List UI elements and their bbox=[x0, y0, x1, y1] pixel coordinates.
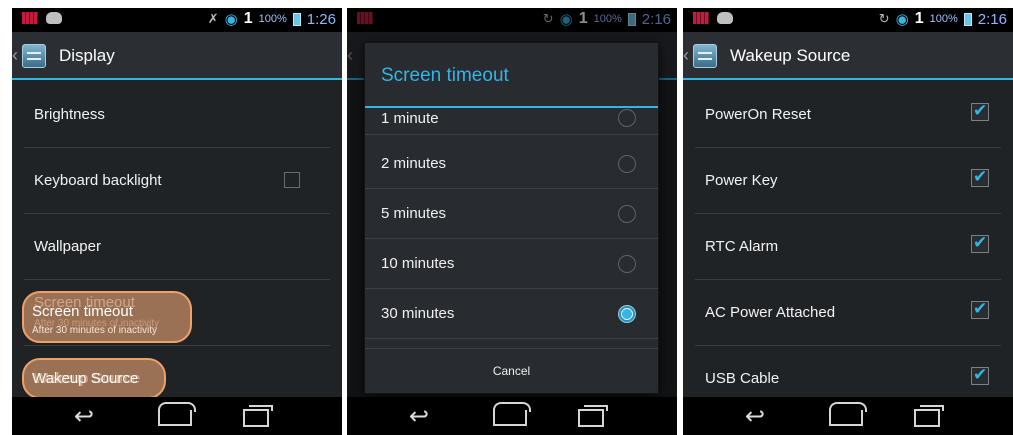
wakeup-source-list: PowerOn Reset Power Key RTC Alarm AC Pow… bbox=[683, 82, 1013, 412]
option-label: 30 minutes bbox=[381, 305, 455, 322]
cancel-button[interactable]: Cancel bbox=[365, 348, 658, 393]
status-time: 2:16 bbox=[977, 10, 1007, 28]
highlight-summary: After 30 minutes of inactivity bbox=[32, 325, 158, 336]
option-2-minutes[interactable]: 2 minutes bbox=[365, 139, 658, 189]
screen-timeout-dialog: Screen timeout 1 minute 2 minutes 5 minu… bbox=[364, 42, 659, 394]
source-ac-power-attached[interactable]: AC Power Attached bbox=[695, 280, 1001, 346]
navigation-bar: ↩ bbox=[12, 397, 342, 435]
source-power-key[interactable]: Power Key bbox=[695, 148, 1001, 214]
action-bar: ‹ Wakeup Source bbox=[683, 32, 1013, 80]
option-5-minutes[interactable]: 5 minutes bbox=[365, 189, 658, 239]
battery-icon bbox=[963, 12, 972, 26]
back-icon[interactable]: ↩ bbox=[745, 402, 765, 431]
option-label: 1 minute bbox=[381, 110, 439, 127]
recent-apps-icon[interactable] bbox=[243, 405, 273, 427]
dialog-title: Screen timeout bbox=[381, 65, 509, 86]
option-radio[interactable] bbox=[618, 255, 636, 273]
option-radio[interactable] bbox=[618, 205, 636, 223]
notification-flag-icon bbox=[693, 12, 709, 24]
option-10-minutes[interactable]: 10 minutes bbox=[365, 239, 658, 289]
source-rtc-alarm[interactable]: RTC Alarm bbox=[695, 214, 1001, 280]
home-icon[interactable] bbox=[829, 402, 867, 426]
source-checkbox-checked[interactable] bbox=[971, 167, 989, 187]
keyboard-backlight-checkbox[interactable] bbox=[284, 172, 300, 188]
home-icon[interactable] bbox=[158, 402, 196, 426]
battery-percent: 100% bbox=[929, 13, 958, 25]
status-bar: ✗ ◉ 1 100% 1:26 bbox=[12, 8, 342, 32]
option-radio[interactable] bbox=[618, 155, 636, 173]
option-radio[interactable] bbox=[618, 109, 636, 127]
display-settings-screen: ✗ ◉ 1 100% 1:26 ‹ Display Brightness Key… bbox=[12, 8, 342, 435]
source-label: USB Cable bbox=[705, 370, 780, 387]
option-label: 2 minutes bbox=[381, 155, 447, 172]
source-label: Power Key bbox=[705, 172, 778, 189]
wifi-icon: ◉ bbox=[224, 11, 238, 28]
option-30-minutes[interactable]: 30 minutes bbox=[365, 289, 658, 339]
highlight-screen-timeout: Screen timeout After 30 minutes of inact… bbox=[22, 291, 192, 343]
option-label: 5 minutes bbox=[381, 205, 447, 222]
setting-label: Brightness bbox=[34, 106, 105, 123]
settings-app-icon[interactable] bbox=[693, 44, 717, 68]
back-icon[interactable]: ↩ bbox=[74, 402, 94, 431]
source-poweron-reset[interactable]: PowerOn Reset bbox=[695, 82, 1001, 148]
option-radio-selected[interactable] bbox=[618, 305, 636, 323]
page-title: Wakeup Source bbox=[730, 46, 851, 65]
setting-label: Wallpaper bbox=[34, 238, 101, 255]
source-label: AC Power Attached bbox=[705, 304, 836, 321]
navigation-bar: ↩ bbox=[683, 397, 1013, 435]
up-caret-icon[interactable]: ‹ bbox=[683, 45, 689, 66]
screen-timeout-dialog-screen: ↻ ◉ 1 100% 2:16 ‹ Screen timeout 1 minut… bbox=[347, 8, 677, 435]
source-checkbox-checked[interactable] bbox=[971, 233, 989, 253]
signal-label: 1 bbox=[914, 10, 924, 27]
action-bar: ‹ Display bbox=[12, 32, 342, 80]
setting-label: Keyboard backlight bbox=[34, 172, 162, 189]
source-checkbox-checked[interactable] bbox=[971, 299, 989, 319]
source-checkbox-checked[interactable] bbox=[971, 365, 989, 385]
battery-percent: 100% bbox=[258, 13, 287, 25]
back-icon[interactable]: ↩ bbox=[409, 402, 429, 431]
status-bar: ↻ ◉ 1 100% 2:16 bbox=[683, 8, 1013, 32]
source-checkbox-checked[interactable] bbox=[971, 101, 989, 121]
highlight-label: Screen timeout bbox=[32, 303, 133, 320]
highlight-wakeup-source: Wakeup Source bbox=[22, 358, 166, 399]
settings-app-icon[interactable] bbox=[22, 44, 46, 68]
battery-icon bbox=[292, 12, 301, 26]
wifi-icon: ◉ bbox=[895, 11, 909, 28]
source-label: RTC Alarm bbox=[705, 238, 779, 255]
navigation-bar: ↩ bbox=[347, 397, 677, 435]
wakeup-source-screen: ↻ ◉ 1 100% 2:16 ‹ Wakeup Source PowerOn … bbox=[683, 8, 1013, 435]
setting-wallpaper[interactable]: Wallpaper bbox=[24, 214, 330, 280]
recent-apps-icon[interactable] bbox=[914, 405, 944, 427]
notification-cat-icon bbox=[717, 12, 733, 24]
home-icon[interactable] bbox=[493, 402, 531, 426]
notification-cat-icon bbox=[46, 12, 62, 24]
signal-label: 1 bbox=[243, 10, 253, 27]
sync-icon: ↻ bbox=[878, 11, 890, 26]
option-1-minute[interactable]: 1 minute bbox=[365, 105, 658, 135]
up-caret-icon[interactable]: ‹ bbox=[12, 45, 18, 66]
status-time: 1:26 bbox=[306, 10, 336, 28]
option-label: 10 minutes bbox=[381, 255, 455, 272]
setting-keyboard-backlight[interactable]: Keyboard backlight bbox=[24, 148, 330, 214]
highlight-label: Wakeup Source bbox=[32, 370, 139, 387]
source-label: PowerOn Reset bbox=[705, 106, 811, 123]
vibrate-off-icon: ✗ bbox=[207, 11, 219, 26]
setting-brightness[interactable]: Brightness bbox=[24, 82, 330, 148]
page-title: Display bbox=[59, 46, 115, 65]
recent-apps-icon[interactable] bbox=[578, 405, 608, 427]
notification-flag-icon bbox=[22, 12, 38, 24]
